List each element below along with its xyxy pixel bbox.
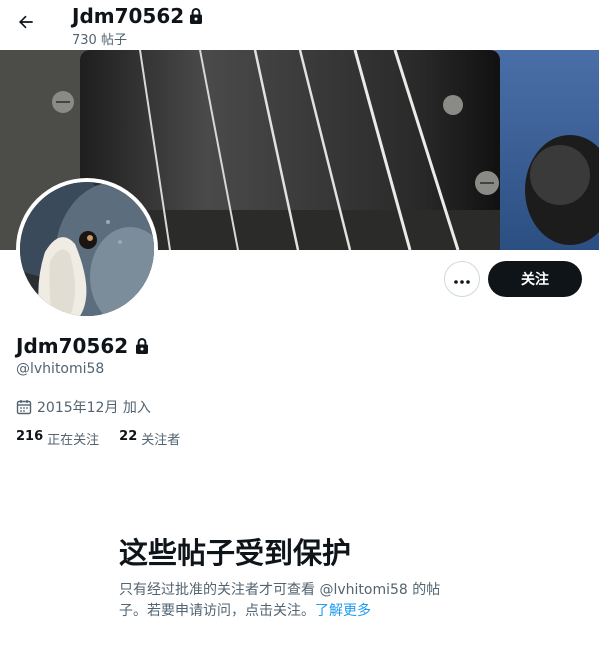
top-bar: Jdm70562 730 帖子 [0,0,599,50]
learn-more-link[interactable]: 了解更多 [315,603,371,619]
more-icon [453,270,471,289]
profile-display-name: Jdm70562 [16,334,129,358]
avatar-frame[interactable] [16,178,158,320]
avatar [20,182,154,316]
following-link[interactable]: 216 正在关注 [16,429,99,448]
followers-link[interactable]: 22 关注者 [119,429,180,448]
header-name-row: Jdm70562 [72,4,204,28]
follow-button[interactable]: 关注 [488,261,582,297]
protected-description: 只有经过批准的关注者才可查看 @lvhitomi58 的帖子。若要申请访问，点击… [119,582,441,619]
header-display-name: Jdm70562 [72,4,185,28]
followers-label: 关注者 [141,433,181,448]
header-posts-count: 730 帖子 [72,33,127,48]
followers-count: 22 [119,429,138,444]
follow-stats: 216 正在关注 22 关注者 [16,429,200,448]
joined-text: 2015年12月 加入 [37,400,151,416]
lock-icon [188,7,204,25]
profile-handle: @lvhitomi58 [16,361,105,377]
back-button[interactable] [8,6,44,42]
following-label: 正在关注 [47,433,100,448]
protected-message: 只有经过批准的关注者才可查看 @lvhitomi58 的帖子。若要申请访问，点击… [119,580,464,622]
following-count: 216 [16,429,44,444]
more-options-button[interactable] [444,261,480,297]
protected-title: 这些帖子受到保护 [119,536,352,570]
calendar-icon [16,399,32,415]
profile-name-row: Jdm70562 [16,334,150,358]
joined-date: 2015年12月 加入 [16,397,151,417]
lock-icon [134,337,150,355]
back-arrow-icon [16,12,36,36]
